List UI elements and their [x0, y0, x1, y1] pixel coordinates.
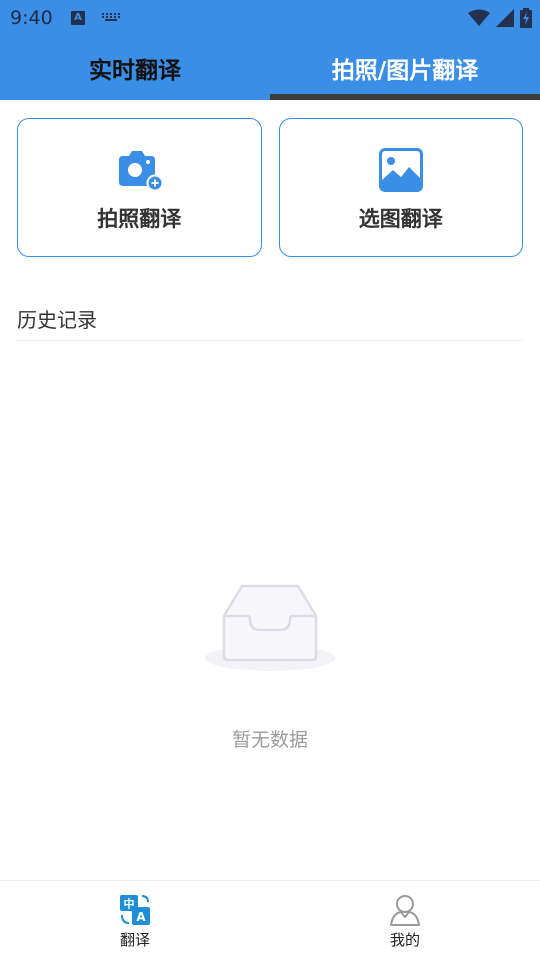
empty-inbox-icon	[205, 584, 335, 671]
status-time: 9:40	[10, 7, 53, 29]
nav-mine[interactable]: 我的	[270, 881, 540, 960]
user-icon	[390, 895, 420, 926]
gallery-translate-label: 选图翻译	[358, 207, 443, 231]
photo-translate-label: 拍照翻译	[97, 207, 182, 231]
status-icons	[468, 7, 532, 29]
bottom-navigation: 中 A 翻译 我的	[0, 880, 540, 960]
tab-photo-translate[interactable]: 拍照/图片翻译	[270, 36, 540, 100]
active-tab-indicator	[270, 94, 540, 100]
tab-realtime-translate[interactable]: 实时翻译	[0, 36, 270, 100]
tab-bar: 实时翻译 拍照/图片翻译	[0, 36, 540, 100]
photo-translate-button[interactable]: 拍照翻译	[17, 118, 262, 257]
keyboard-icon	[102, 13, 120, 21]
history-divider	[17, 340, 523, 341]
status-bar: 9:40 A	[0, 0, 540, 36]
tab-photo-label: 拍照/图片翻译	[331, 58, 479, 84]
translate-icon: 中 A	[120, 895, 150, 925]
battery-icon	[520, 8, 532, 28]
nav-translate[interactable]: 中 A 翻译	[0, 881, 270, 960]
image-icon	[378, 148, 423, 192]
app-header: 9:40 A 实时翻译 拍照/图片翻译	[0, 0, 540, 100]
empty-state-text: 暂无数据	[231, 729, 308, 751]
tab-realtime-label: 实时翻译	[89, 58, 181, 84]
action-cards: 拍照翻译 选图翻译	[17, 118, 523, 257]
svg-text:A: A	[136, 910, 146, 924]
wifi-icon	[468, 9, 490, 26]
nav-translate-label: 翻译	[119, 931, 150, 949]
gallery-translate-button[interactable]: 选图翻译	[278, 118, 523, 257]
notification-a-icon: A	[71, 11, 85, 25]
nav-mine-label: 我的	[389, 931, 420, 949]
signal-icon	[496, 9, 514, 27]
camera-plus-icon	[119, 151, 164, 192]
history-title: 历史记录	[17, 308, 97, 332]
screen: 9:40 A 实时翻译 拍照/图片翻译 拍照翻译 选图翻译 历史记录 暂无数据 …	[0, 0, 540, 960]
